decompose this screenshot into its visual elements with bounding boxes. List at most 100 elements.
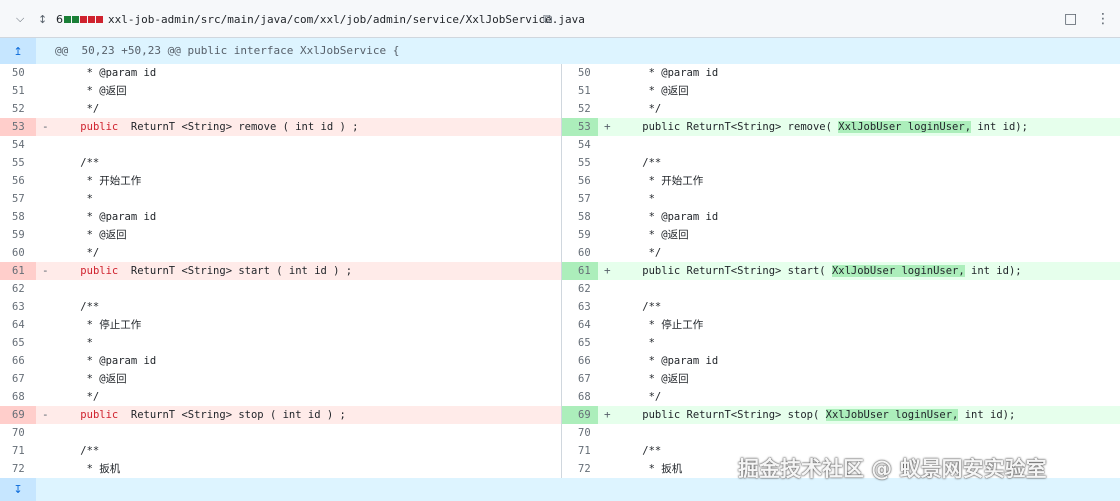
split-diff-table: 50 * @param id 50 * @param id 51 * @返回 51 *… — [0, 64, 1120, 478]
line-number-old[interactable]: 56 — [0, 172, 36, 190]
line-number-old[interactable]: 58 — [0, 208, 36, 226]
line-number-old[interactable]: 66 — [0, 352, 36, 370]
line-number-old[interactable]: 62 — [0, 280, 36, 298]
unfold-icon[interactable]: ↕ — [38, 0, 47, 38]
line-number-old[interactable]: 67 — [0, 370, 36, 388]
diff-left-cell: 66 * @param id — [0, 352, 561, 370]
line-number-new[interactable]: 62 — [562, 280, 598, 298]
diff-row: 65 * 65 * — [0, 334, 1120, 352]
copy-icon[interactable]: ⧉ — [543, 0, 552, 38]
code-line-old: * @param id — [55, 355, 157, 367]
diff-right-cell: 63 /** — [561, 298, 1120, 316]
diff-row: 56 * 开始工作 56 * 开始工作 — [0, 172, 1120, 190]
code-line-old: /** — [55, 301, 100, 313]
line-number-new[interactable]: 61 — [562, 262, 598, 280]
line-number-old[interactable]: 53 — [0, 118, 36, 136]
code-line-new: * @返回 — [617, 85, 689, 97]
diff-row: 53- public ReturnT <String> remove ( int… — [0, 118, 1120, 136]
line-number-new[interactable]: 72 — [562, 460, 598, 478]
code-line-new: /** — [617, 445, 662, 457]
code-line-new: */ — [617, 391, 662, 403]
line-number-new[interactable]: 67 — [562, 370, 598, 388]
line-number-new[interactable]: 64 — [562, 316, 598, 334]
code-line-old: * @返回 — [55, 229, 127, 241]
diffstat-del-square — [80, 15, 87, 23]
line-number-old[interactable]: 50 — [0, 64, 36, 82]
added-text-highlight: XxlJobUser loginUser, — [838, 121, 972, 133]
line-number-new[interactable]: 71 — [562, 442, 598, 460]
code-line-old: */ — [55, 103, 100, 115]
line-number-new[interactable]: 56 — [562, 172, 598, 190]
line-number-old[interactable]: 65 — [0, 334, 36, 352]
line-number-old[interactable]: 61 — [0, 262, 36, 280]
diff-left-cell: 68 */ — [0, 388, 561, 406]
diff-row: 62 62 — [0, 280, 1120, 298]
diffstat-add-square — [72, 15, 79, 23]
line-number-new[interactable]: 59 — [562, 226, 598, 244]
diffstat-add-square — [64, 15, 71, 23]
diff-right-cell: 52 */ — [561, 100, 1120, 118]
file-path-link[interactable]: xxl-job-admin/src/main/java/com/xxl/job/… — [108, 0, 585, 38]
line-number-old[interactable]: 70 — [0, 424, 36, 442]
code-line-old: public ReturnT <String> stop ( int id ) … — [80, 409, 346, 421]
diff-row: 69- public ReturnT <String> stop ( int i… — [0, 406, 1120, 424]
expand-up-icon[interactable]: ↥ — [0, 38, 36, 64]
diff-right-cell: 68 */ — [561, 388, 1120, 406]
line-number-new[interactable]: 55 — [562, 154, 598, 172]
line-number-old[interactable]: 59 — [0, 226, 36, 244]
line-number-old[interactable]: 54 — [0, 136, 36, 154]
diff-left-cell: 63 /** — [0, 298, 561, 316]
line-number-new[interactable]: 54 — [562, 136, 598, 154]
line-number-new[interactable]: 70 — [562, 424, 598, 442]
diff-right-cell: 65 * — [561, 334, 1120, 352]
code-line-new: * @param id — [617, 355, 719, 367]
code-line-new: * 开始工作 — [617, 175, 704, 187]
line-number-old[interactable]: 64 — [0, 316, 36, 334]
diff-left-cell: 61- public ReturnT <String> start ( int … — [0, 262, 561, 280]
line-number-old[interactable]: 57 — [0, 190, 36, 208]
code-line-old: * — [55, 337, 93, 349]
diff-left-cell: 64 * 停止工作 — [0, 316, 561, 334]
line-number-new[interactable]: 52 — [562, 100, 598, 118]
diff-right-cell: 55 /** — [561, 154, 1120, 172]
expand-down-icon[interactable]: ↧ — [0, 478, 36, 501]
line-number-new[interactable]: 63 — [562, 298, 598, 316]
code-line-new: /** — [617, 157, 662, 169]
line-number-old[interactable]: 69 — [0, 406, 36, 424]
line-number-old[interactable]: 51 — [0, 82, 36, 100]
code-line-old: * @param id — [55, 67, 157, 79]
diff-row: 63 /** 63 /** — [0, 298, 1120, 316]
line-number-old[interactable]: 71 — [0, 442, 36, 460]
code-line-new: public ReturnT<String> stop( XxlJobUser … — [617, 409, 1016, 421]
code-line-new: /** — [617, 301, 662, 313]
line-number-new[interactable]: 68 — [562, 388, 598, 406]
line-number-old[interactable]: 60 — [0, 244, 36, 262]
line-number-new[interactable]: 51 — [562, 82, 598, 100]
diff-left-cell: 72 * 扳机 — [0, 460, 561, 478]
line-number-new[interactable]: 57 — [562, 190, 598, 208]
code-line-new: * 扳机 — [617, 463, 683, 475]
diff-row: 52 */52 */ — [0, 100, 1120, 118]
code-line-old: * 开始工作 — [55, 175, 142, 187]
code-line-old: * — [55, 193, 93, 205]
line-number-old[interactable]: 55 — [0, 154, 36, 172]
code-line-new: * @param id — [617, 211, 719, 223]
line-number-new[interactable]: 66 — [562, 352, 598, 370]
line-number-new[interactable]: 69 — [562, 406, 598, 424]
line-number-old[interactable]: 63 — [0, 298, 36, 316]
line-number-new[interactable]: 50 — [562, 64, 598, 82]
diff-row: 60 */60 */ — [0, 244, 1120, 262]
line-number-new[interactable]: 53 — [562, 118, 598, 136]
line-number-new[interactable]: 58 — [562, 208, 598, 226]
line-number-new[interactable]: 65 — [562, 334, 598, 352]
line-number-old[interactable]: 72 — [0, 460, 36, 478]
line-number-new[interactable]: 60 — [562, 244, 598, 262]
kebab-icon[interactable]: ⋮ — [1096, 0, 1110, 38]
chevron-down-icon[interactable]: ⌵ — [16, 0, 24, 38]
line-number-old[interactable]: 52 — [0, 100, 36, 118]
comment-icon[interactable]: □ — [1064, 0, 1077, 38]
diff-left-cell: 56 * 开始工作 — [0, 172, 561, 190]
line-number-old[interactable]: 68 — [0, 388, 36, 406]
diff-right-cell: 53 + public ReturnT<String> remove( XxlJo… — [561, 118, 1120, 136]
keyword-public: public — [80, 409, 119, 421]
